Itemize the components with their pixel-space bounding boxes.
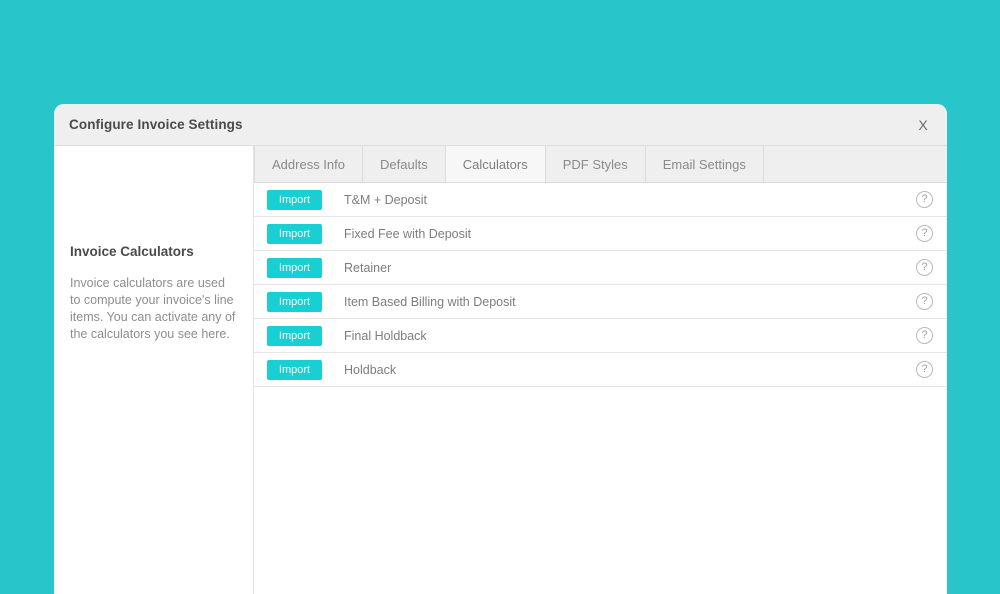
help-icon[interactable]: ? — [916, 293, 933, 310]
tab-calculators[interactable]: Calculators — [445, 146, 546, 182]
dialog-title: Configure Invoice Settings — [69, 117, 243, 132]
tab-bar-filler — [763, 146, 947, 182]
sidebar-heading: Invoice Calculators — [70, 244, 194, 259]
calculator-row: Import Item Based Billing with Deposit? — [254, 285, 947, 319]
help-icon[interactable]: ? — [916, 225, 933, 242]
sidebar-description: Invoice calculators are used to compute … — [70, 276, 236, 341]
help-icon[interactable]: ? — [916, 191, 933, 208]
close-icon[interactable]: X — [913, 115, 933, 135]
import-button[interactable]: Import — [267, 291, 322, 312]
calculator-row: Import Fixed Fee with Deposit? — [254, 217, 947, 251]
dialog-body: Invoice Calculators Invoice calculators … — [54, 146, 947, 594]
tab-address-info[interactable]: Address Info — [254, 146, 363, 182]
import-button[interactable]: Import — [267, 359, 322, 380]
import-button[interactable]: Import — [267, 257, 322, 278]
calculator-list: Import T&M + Deposit? Import Fixed Fee with… — [254, 183, 947, 594]
calculator-name: Retainer — [344, 260, 392, 275]
calculator-name: Fixed Fee with Deposit — [344, 226, 472, 241]
calculator-row: Import T&M + Deposit? — [254, 183, 947, 217]
calculator-row: Import Final Holdback? — [254, 319, 947, 353]
help-icon[interactable]: ? — [916, 361, 933, 378]
calculator-row: Import Holdback? — [254, 353, 947, 387]
configure-invoice-settings-dialog: Configure Invoice Settings X Invoice Cal… — [54, 104, 947, 594]
calculator-name: T&M + Deposit — [344, 192, 428, 207]
tab-pdf-styles[interactable]: PDF Styles — [546, 146, 646, 182]
tab-email-settings[interactable]: Email Settings — [646, 146, 764, 182]
calculator-name: Final Holdback — [344, 328, 427, 343]
calculator-row: Import Retainer? — [254, 251, 947, 285]
import-button[interactable]: Import — [267, 223, 322, 244]
sidebar: Invoice Calculators Invoice calculators … — [54, 146, 254, 594]
import-button[interactable]: Import — [267, 325, 322, 346]
help-icon[interactable]: ? — [916, 327, 933, 344]
calculator-name: Holdback — [344, 362, 397, 377]
tab-bar: Address Info Defaults Calculators PDF Style… — [254, 146, 947, 183]
content-area: Address Info Defaults Calculators PDF Style… — [254, 146, 947, 594]
tab-defaults[interactable]: Defaults — [363, 146, 446, 182]
import-button[interactable]: Import — [267, 189, 322, 210]
help-icon[interactable]: ? — [916, 259, 933, 276]
dialog-header: Configure Invoice Settings X — [54, 104, 947, 146]
calculator-name: Item Based Billing with Deposit — [344, 294, 516, 309]
